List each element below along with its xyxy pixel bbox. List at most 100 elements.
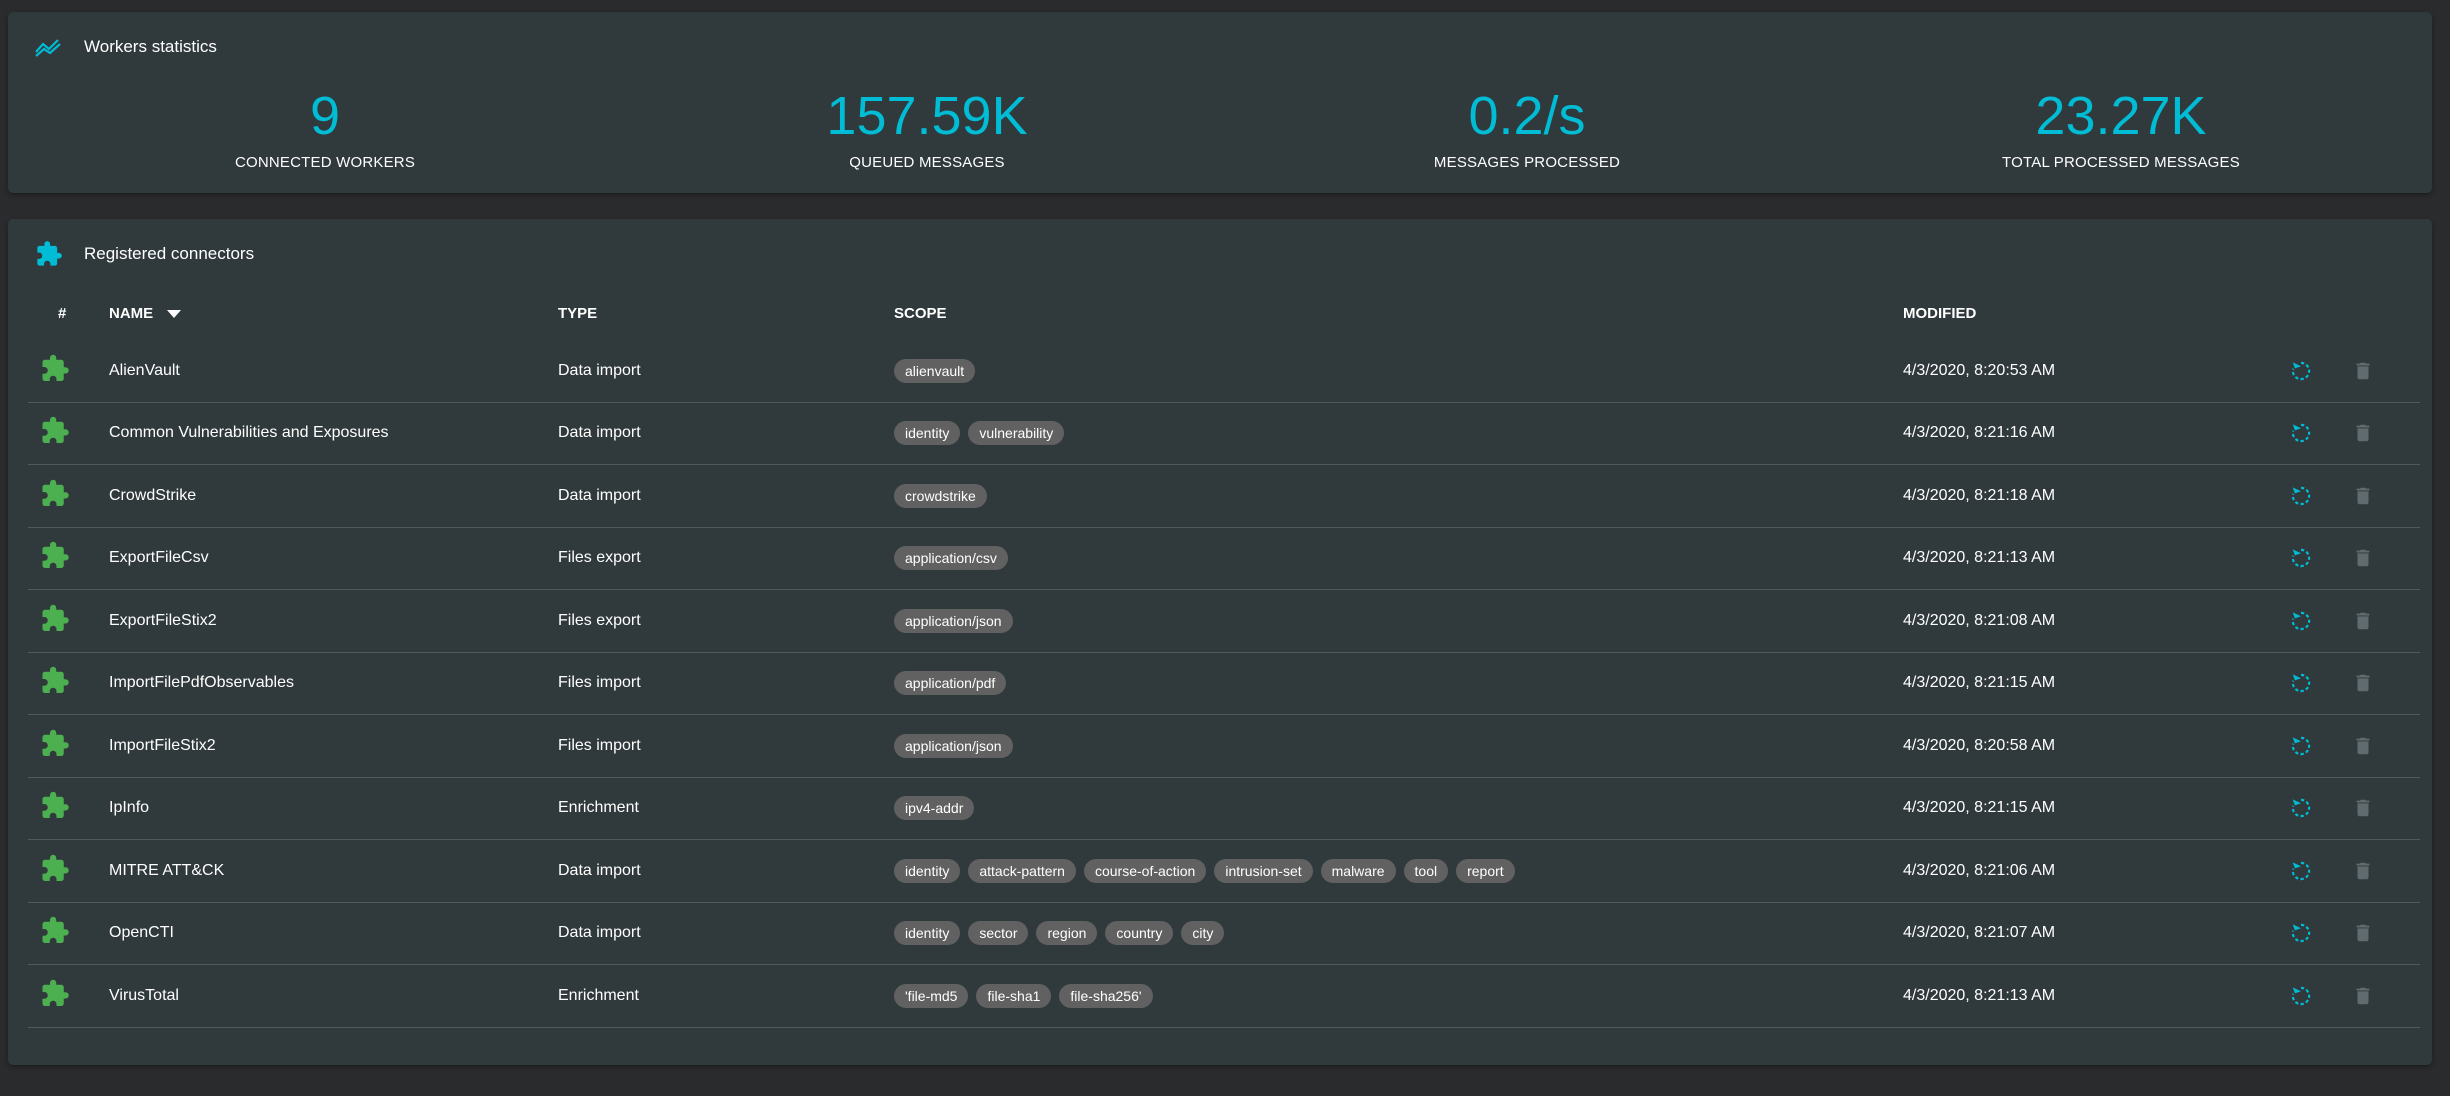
reset-state-button[interactable] xyxy=(2287,982,2315,1010)
delete-button[interactable] xyxy=(2349,919,2377,947)
connector-modified: 4/3/2020, 8:20:53 AM xyxy=(1903,361,2056,379)
column-header-index: # xyxy=(58,305,67,322)
connector-name: ImportFilePdfObservables xyxy=(109,674,294,692)
table-row[interactable]: ExportFileStix2 Files export application… xyxy=(28,590,2420,653)
connector-type: Data import xyxy=(558,861,641,879)
connector-scope: application/pdf xyxy=(894,671,1007,696)
connector-name: MITRE ATT&CK xyxy=(109,861,225,879)
reset-state-button[interactable] xyxy=(2287,857,2315,885)
table-header: # NAME TYPE SCOPE MODIFIED xyxy=(28,295,2420,335)
trash-icon xyxy=(2356,987,2370,1004)
delete-button[interactable] xyxy=(2349,482,2377,510)
connector-type: Files import xyxy=(558,674,641,692)
connector-scope: alienvault xyxy=(894,358,976,383)
column-header-modified[interactable]: MODIFIED xyxy=(1903,305,1976,322)
reset-state-button[interactable] xyxy=(2287,544,2315,572)
connectors-list: AlienVault Data import alienvault 4/3/20… xyxy=(28,340,2420,1028)
reset-state-button[interactable] xyxy=(2287,419,2315,447)
scope-chip: region xyxy=(1036,921,1098,946)
table-row[interactable]: ExportFileCsv Files export application/c… xyxy=(28,528,2420,590)
connector-puzzle-icon xyxy=(40,791,70,826)
scope-chip: sector xyxy=(968,921,1029,946)
table-row[interactable]: ImportFileStix2 Files import application… xyxy=(28,715,2420,778)
delete-button[interactable] xyxy=(2349,732,2377,760)
scope-chip: identity xyxy=(894,421,961,446)
workers-statistics-title: Workers statistics xyxy=(84,37,217,56)
table-row[interactable]: OpenCTI Data import identity sector region… xyxy=(28,903,2420,965)
table-row[interactable]: VirusTotal Enrichment 'file-md5 file-sha1… xyxy=(28,965,2420,1028)
scope-chip: application/json xyxy=(894,608,1013,633)
trend-chart-icon xyxy=(32,32,66,62)
connector-scope: application/csv xyxy=(894,546,1008,571)
trash-icon xyxy=(2356,612,2370,629)
connector-modified: 4/3/2020, 8:21:16 AM xyxy=(1903,424,2056,442)
reset-state-button[interactable] xyxy=(2287,794,2315,822)
reset-icon xyxy=(2291,549,2311,568)
table-row[interactable]: Common Vulnerabilities and Exposures Dat… xyxy=(28,403,2420,465)
connector-scope: identity sector region country city xyxy=(894,921,1225,946)
trash-icon xyxy=(2356,862,2370,879)
stat-label: MESSAGES PROCESSED xyxy=(1433,154,1621,171)
connector-puzzle-icon xyxy=(40,478,70,513)
connector-name: ExportFileStix2 xyxy=(109,611,217,629)
reset-icon xyxy=(2291,861,2311,880)
reset-icon xyxy=(2291,674,2311,693)
reset-icon xyxy=(2291,486,2311,505)
connector-name: IpInfo xyxy=(109,799,150,817)
scope-chip: course-of-action xyxy=(1083,858,1207,883)
scope-chip: attack-pattern xyxy=(968,858,1076,883)
column-header-scope[interactable]: SCOPE xyxy=(894,305,947,322)
table-row[interactable]: ImportFilePdfObservables Files import ap… xyxy=(28,653,2420,715)
reset-state-button[interactable] xyxy=(2287,607,2315,635)
stat-value: 157.59K xyxy=(826,86,1028,146)
scope-chip: malware xyxy=(1320,858,1396,883)
scope-chip: 'file-md5 xyxy=(894,983,969,1008)
connector-modified: 4/3/2020, 8:21:13 AM xyxy=(1903,549,2056,567)
connector-modified: 4/3/2020, 8:20:58 AM xyxy=(1903,736,2056,754)
reset-icon xyxy=(2291,611,2311,630)
connector-scope: application/json xyxy=(894,733,1013,758)
connector-puzzle-icon xyxy=(40,728,70,763)
column-header-name-label[interactable]: NAME xyxy=(109,305,153,322)
trash-icon xyxy=(2356,675,2370,692)
delete-button[interactable] xyxy=(2349,419,2377,447)
trash-icon xyxy=(2356,925,2370,942)
table-row[interactable]: IpInfo Enrichment ipv4-addr 4/3/2020, 8:… xyxy=(28,778,2420,840)
scope-chip: report xyxy=(1456,858,1515,883)
connector-modified: 4/3/2020, 8:21:18 AM xyxy=(1903,486,2056,504)
table-row[interactable]: MITRE ATT&CK Data import identity attack-… xyxy=(28,840,2420,903)
stat-connected-workers: 9 CONNECTED WORKERS xyxy=(25,76,625,171)
delete-button[interactable] xyxy=(2349,794,2377,822)
connector-type: Files import xyxy=(558,736,641,754)
sort-descending-icon[interactable] xyxy=(167,310,182,319)
connector-puzzle-icon xyxy=(40,916,70,951)
table-row[interactable]: AlienVault Data import alienvault 4/3/20… xyxy=(28,340,2420,403)
delete-button[interactable] xyxy=(2349,857,2377,885)
delete-button[interactable] xyxy=(2349,544,2377,572)
stat-label: TOTAL PROCESSED MESSAGES xyxy=(2002,154,2240,171)
column-header-type[interactable]: TYPE xyxy=(558,305,597,322)
table-row[interactable]: CrowdStrike Data import crowdstrike 4/3/… xyxy=(28,465,2420,528)
connector-puzzle-icon xyxy=(40,416,70,451)
reset-state-button[interactable] xyxy=(2287,919,2315,947)
connector-puzzle-icon xyxy=(40,666,70,701)
scope-chip: application/csv xyxy=(894,546,1008,571)
delete-button[interactable] xyxy=(2349,669,2377,697)
connector-name: Common Vulnerabilities and Exposures xyxy=(109,424,389,442)
reset-state-button[interactable] xyxy=(2287,669,2315,697)
column-header-name[interactable]: NAME xyxy=(109,305,182,322)
delete-button[interactable] xyxy=(2349,357,2377,385)
reset-state-button[interactable] xyxy=(2287,732,2315,760)
delete-button[interactable] xyxy=(2349,982,2377,1010)
scope-chip: vulnerability xyxy=(968,421,1065,446)
scope-chip: file-sha1 xyxy=(976,983,1052,1008)
connector-scope: identity vulnerability xyxy=(894,421,1065,446)
reset-icon xyxy=(2291,424,2311,443)
reset-state-button[interactable] xyxy=(2287,482,2315,510)
stat-label: CONNECTED WORKERS xyxy=(234,154,416,171)
reset-state-button[interactable] xyxy=(2287,357,2315,385)
trash-icon xyxy=(2356,800,2370,817)
connector-modified: 4/3/2020, 8:21:15 AM xyxy=(1903,799,2056,817)
delete-button[interactable] xyxy=(2349,607,2377,635)
connector-modified: 4/3/2020, 8:21:06 AM xyxy=(1903,861,2056,879)
